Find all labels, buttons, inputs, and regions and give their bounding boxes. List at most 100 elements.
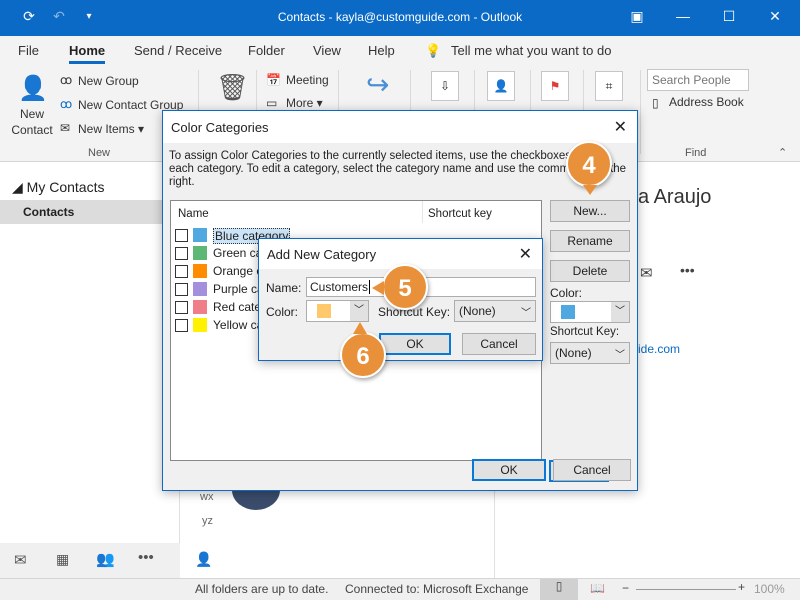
- zoom-in-button[interactable]: +: [738, 580, 745, 594]
- ok-button[interactable]: OK: [379, 333, 451, 355]
- follow-up-flag-icon[interactable]: ⚑: [541, 71, 569, 101]
- group-label-find: Find: [685, 147, 707, 159]
- tab-view[interactable]: View: [313, 43, 341, 58]
- normal-view-button[interactable]: ▯: [540, 579, 578, 600]
- category-checkbox[interactable]: [175, 247, 188, 260]
- column-header-shortcut[interactable]: Shortcut key: [428, 208, 492, 220]
- category-color-swatch: [193, 246, 207, 260]
- address-book-button[interactable]: Address Book: [669, 95, 744, 109]
- category-checkbox[interactable]: [175, 319, 188, 332]
- color-label: Color:: [266, 305, 299, 319]
- shortcut-value: (None): [555, 346, 592, 360]
- shortcut-key-label: Shortcut Key:: [550, 326, 620, 338]
- zoom-level[interactable]: 100%: [754, 582, 785, 596]
- folder-contacts[interactable]: Contacts: [0, 200, 180, 224]
- step-pointer: [353, 322, 367, 334]
- reading-view-button[interactable]: 📖: [590, 581, 605, 595]
- new-group-button[interactable]: New Group: [78, 74, 139, 88]
- name-label: Name:: [266, 281, 302, 295]
- category-checkbox[interactable]: [175, 301, 188, 314]
- search-people-input[interactable]: [647, 69, 749, 91]
- close-dialog-button[interactable]: ✕: [519, 244, 532, 264]
- color-dropdown[interactable]: ﹀: [306, 300, 369, 322]
- group-label-new: New: [88, 147, 111, 159]
- ok-button[interactable]: OK: [472, 459, 546, 481]
- contact-full-name: a Araujo: [638, 186, 712, 208]
- new-items-button[interactable]: New Items ▾: [78, 122, 144, 136]
- shortcut-key-dropdown[interactable]: (None) ﹀: [454, 300, 536, 322]
- cancel-button[interactable]: Cancel: [553, 459, 631, 481]
- more-button[interactable]: More ▾: [286, 96, 323, 110]
- color-swatch: [561, 305, 575, 319]
- column-header-name[interactable]: Name: [178, 208, 209, 220]
- zoom-out-button[interactable]: −: [622, 581, 629, 595]
- chevron-down-icon: ﹀: [521, 308, 531, 319]
- contact-group-icon: ꝏ: [60, 97, 73, 111]
- shortcut-key-dropdown[interactable]: (None) ﹀: [550, 342, 630, 364]
- tab-file[interactable]: File: [18, 43, 39, 58]
- share-contact-icon[interactable]: 👤: [487, 71, 515, 101]
- delete-button[interactable]: Delete: [550, 260, 630, 282]
- tab-send-receive[interactable]: Send / Receive: [134, 43, 222, 58]
- new-contact-button[interactable]: New Contact: [8, 106, 56, 138]
- category-color-swatch: [193, 282, 207, 296]
- cancel-button[interactable]: Cancel: [462, 333, 536, 355]
- tab-home[interactable]: Home: [69, 43, 106, 64]
- more-options-icon[interactable]: •••: [680, 262, 695, 278]
- category-checkbox[interactable]: [175, 229, 188, 242]
- menu-bar: File Home Send / Receive Folder View Hel…: [0, 36, 800, 64]
- new-category-button[interactable]: New...: [550, 200, 630, 222]
- rename-button[interactable]: Rename: [550, 230, 630, 252]
- groups-icon[interactable]: ⌗: [595, 71, 623, 101]
- people-icon[interactable]: 👥: [96, 550, 115, 568]
- chevron-down-icon[interactable]: ﹀: [611, 302, 629, 322]
- folder-pane: ◢ My Contacts Contacts: [0, 163, 180, 543]
- chevron-down-icon[interactable]: ﹀: [350, 301, 368, 321]
- mail-icon[interactable]: ✉: [14, 551, 27, 569]
- my-contacts-header[interactable]: ◢ My Contacts: [12, 179, 104, 196]
- zoom-slider[interactable]: [636, 589, 736, 590]
- status-text: All folders are up to date.: [195, 582, 329, 596]
- lightbulb-icon: 💡: [425, 43, 442, 58]
- index-letter[interactable]: wx: [200, 491, 213, 503]
- instructions: To assign Color Categories to the curren…: [169, 150, 627, 188]
- ribbon-display-icon[interactable]: ▣: [622, 8, 652, 25]
- tab-help[interactable]: Help: [368, 43, 395, 58]
- email-icon[interactable]: ✉: [640, 264, 653, 282]
- maximize-button[interactable]: ☐: [714, 8, 744, 25]
- email-link[interactable]: ide.com: [638, 342, 680, 356]
- delete-icon[interactable]: 🗑: [216, 72, 249, 103]
- minimize-button[interactable]: —: [668, 8, 698, 24]
- step-pointer: [583, 185, 597, 195]
- tell-me-box[interactable]: Tell me what you want to do: [451, 43, 611, 58]
- category-checkbox[interactable]: [175, 283, 188, 296]
- color-dropdown[interactable]: ﹀: [550, 301, 630, 323]
- meeting-button[interactable]: Meeting: [286, 73, 329, 87]
- more-apps-icon[interactable]: •••: [138, 549, 154, 566]
- chevron-down-icon: ﹀: [615, 350, 625, 361]
- index-letter[interactable]: yz: [202, 515, 213, 527]
- my-contacts-label: My Contacts: [26, 179, 105, 195]
- tab-folder[interactable]: Folder: [248, 43, 285, 58]
- more-icon: ▭: [266, 96, 278, 110]
- close-button[interactable]: ✕: [760, 8, 790, 25]
- shortcut-value: (None): [459, 304, 496, 318]
- collapse-ribbon-icon[interactable]: ⌃: [778, 146, 787, 159]
- color-swatch: [317, 304, 331, 318]
- more-label: More: [286, 96, 314, 110]
- calendar-icon[interactable]: ▦: [56, 551, 69, 568]
- title-bar: ⟳ ↶ ▾ Contacts - kayla@customguide.com -…: [0, 0, 800, 36]
- dialog-title: Color Categories: [163, 111, 637, 143]
- step-pointer: [372, 281, 384, 295]
- color-label: Color:: [550, 286, 583, 300]
- new-items-label: New Items: [78, 122, 135, 136]
- actions-icon[interactable]: ⇩: [431, 71, 459, 101]
- category-checkbox[interactable]: [175, 265, 188, 278]
- divider: [422, 201, 423, 223]
- divider: [640, 70, 641, 154]
- contact-card-icon[interactable]: 👤: [195, 551, 212, 568]
- close-dialog-button[interactable]: ✕: [614, 117, 627, 137]
- move-icon[interactable]: ↪: [366, 68, 389, 101]
- step-badge-6: 6: [340, 332, 386, 378]
- connection-status: Connected to: Microsoft Exchange: [345, 582, 529, 596]
